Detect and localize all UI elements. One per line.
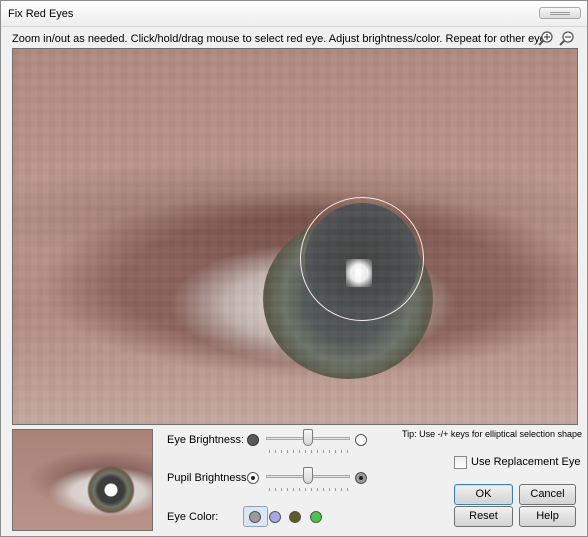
title-bar: Fix Red Eyes: [1, 1, 587, 27]
close-button[interactable]: [539, 7, 581, 19]
zoomed-photo-canvas[interactable]: [12, 48, 578, 425]
eye-brightness-dark-icon[interactable]: [247, 434, 259, 446]
eye-color-swatch-green[interactable]: [310, 511, 322, 523]
pupil-brightness-ticks: [269, 488, 349, 491]
pupil-brightness-label: Pupil Brightness:: [167, 472, 250, 484]
instructions-text: Zoom in/out as needed. Click/hold/drag m…: [12, 33, 549, 45]
zoom-out-icon[interactable]: [558, 30, 576, 48]
pupil-brightness-dark-icon[interactable]: [247, 472, 259, 484]
zoom-in-icon[interactable]: [537, 30, 555, 48]
eye-color-swatch-brown[interactable]: [289, 511, 301, 523]
window-title: Fix Red Eyes: [8, 8, 74, 20]
reset-button[interactable]: Reset: [454, 506, 513, 527]
eye-brightness-label: Eye Brightness:: [167, 434, 245, 446]
ok-button[interactable]: OK: [454, 484, 513, 505]
eye-color-label: Eye Color:: [167, 511, 219, 523]
fix-red-eyes-dialog: Fix Red Eyes Zoom in/out as needed. Clic…: [0, 0, 588, 537]
use-replacement-eye-checkbox[interactable]: [454, 456, 467, 469]
eye-brightness-light-icon[interactable]: [355, 434, 367, 446]
help-button[interactable]: Help: [519, 506, 576, 527]
use-replacement-eye-label[interactable]: Use Replacement Eye: [471, 456, 580, 468]
cancel-button[interactable]: Cancel: [519, 484, 576, 505]
close-icon: [550, 12, 570, 15]
pupil-brightness-slider-thumb[interactable]: [303, 467, 313, 484]
eye-color-swatch-grey[interactable]: [249, 511, 261, 523]
eye-brightness-slider-thumb[interactable]: [303, 429, 313, 446]
eye-color-swatch-blue[interactable]: [269, 511, 281, 523]
pupil-brightness-light-icon[interactable]: [355, 472, 367, 484]
red-eye-selection-circle[interactable]: [300, 197, 424, 321]
pixel-texture: [13, 49, 577, 424]
eye-brightness-ticks: [269, 450, 349, 453]
tip-text: Tip: Use -/+ keys for elliptical selecti…: [402, 429, 582, 439]
eye-preview-thumbnail: [12, 429, 153, 531]
